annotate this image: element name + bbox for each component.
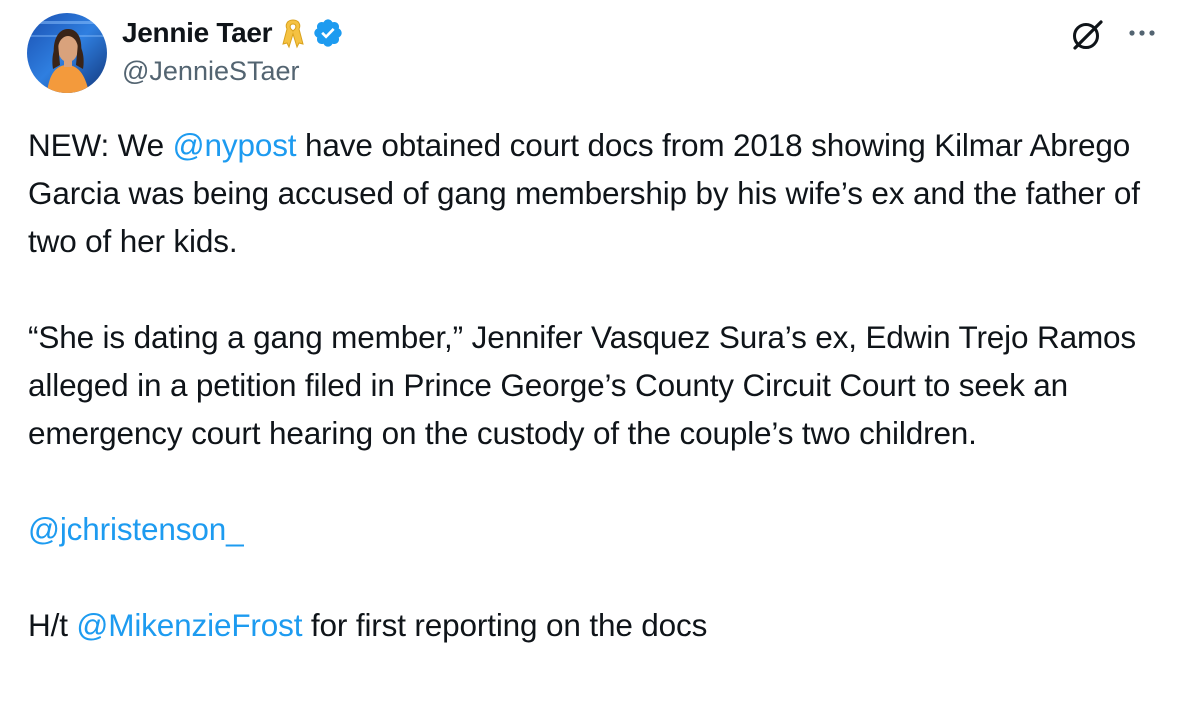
tweet-paragraph-2: “She is dating a gang member,” Jennifer … — [28, 313, 1168, 457]
text-segment: NEW: We — [28, 127, 173, 163]
tweet-paragraph-1: NEW: We @nypost have obtained court docs… — [28, 121, 1168, 265]
mention-mikenziefrost[interactable]: @MikenzieFrost — [76, 607, 302, 643]
avatar-image — [27, 13, 107, 93]
more-options-icon[interactable] — [1124, 18, 1160, 48]
yellow-ribbon-icon — [280, 17, 306, 49]
tweet: Jennie Taer @JennieSTaer NEW: We @nypost… — [0, 0, 1192, 718]
mention-nypost[interactable]: @nypost — [173, 127, 297, 163]
text-segment: for first reporting on the docs — [302, 607, 708, 643]
tweet-text: NEW: We @nypost have obtained court docs… — [28, 121, 1168, 649]
author-handle[interactable]: @JennieSTaer — [122, 56, 300, 87]
verified-badge-icon[interactable] — [312, 17, 344, 49]
text-segment: “She is dating a gang member,” Jennifer … — [28, 319, 1137, 451]
tweet-paragraph-3: @jchristenson_ — [28, 505, 1168, 553]
author-avatar[interactable] — [27, 13, 107, 93]
author-name-row: Jennie Taer — [122, 16, 344, 50]
text-segment: H/t — [28, 607, 77, 643]
tweet-paragraph-4: H/t @MikenzieFrost for first reporting o… — [28, 601, 1168, 649]
author-display-name[interactable]: Jennie Taer — [122, 17, 273, 49]
mention-jchristenson[interactable]: @jchristenson_ — [28, 511, 244, 547]
grok-icon[interactable] — [1068, 16, 1106, 54]
